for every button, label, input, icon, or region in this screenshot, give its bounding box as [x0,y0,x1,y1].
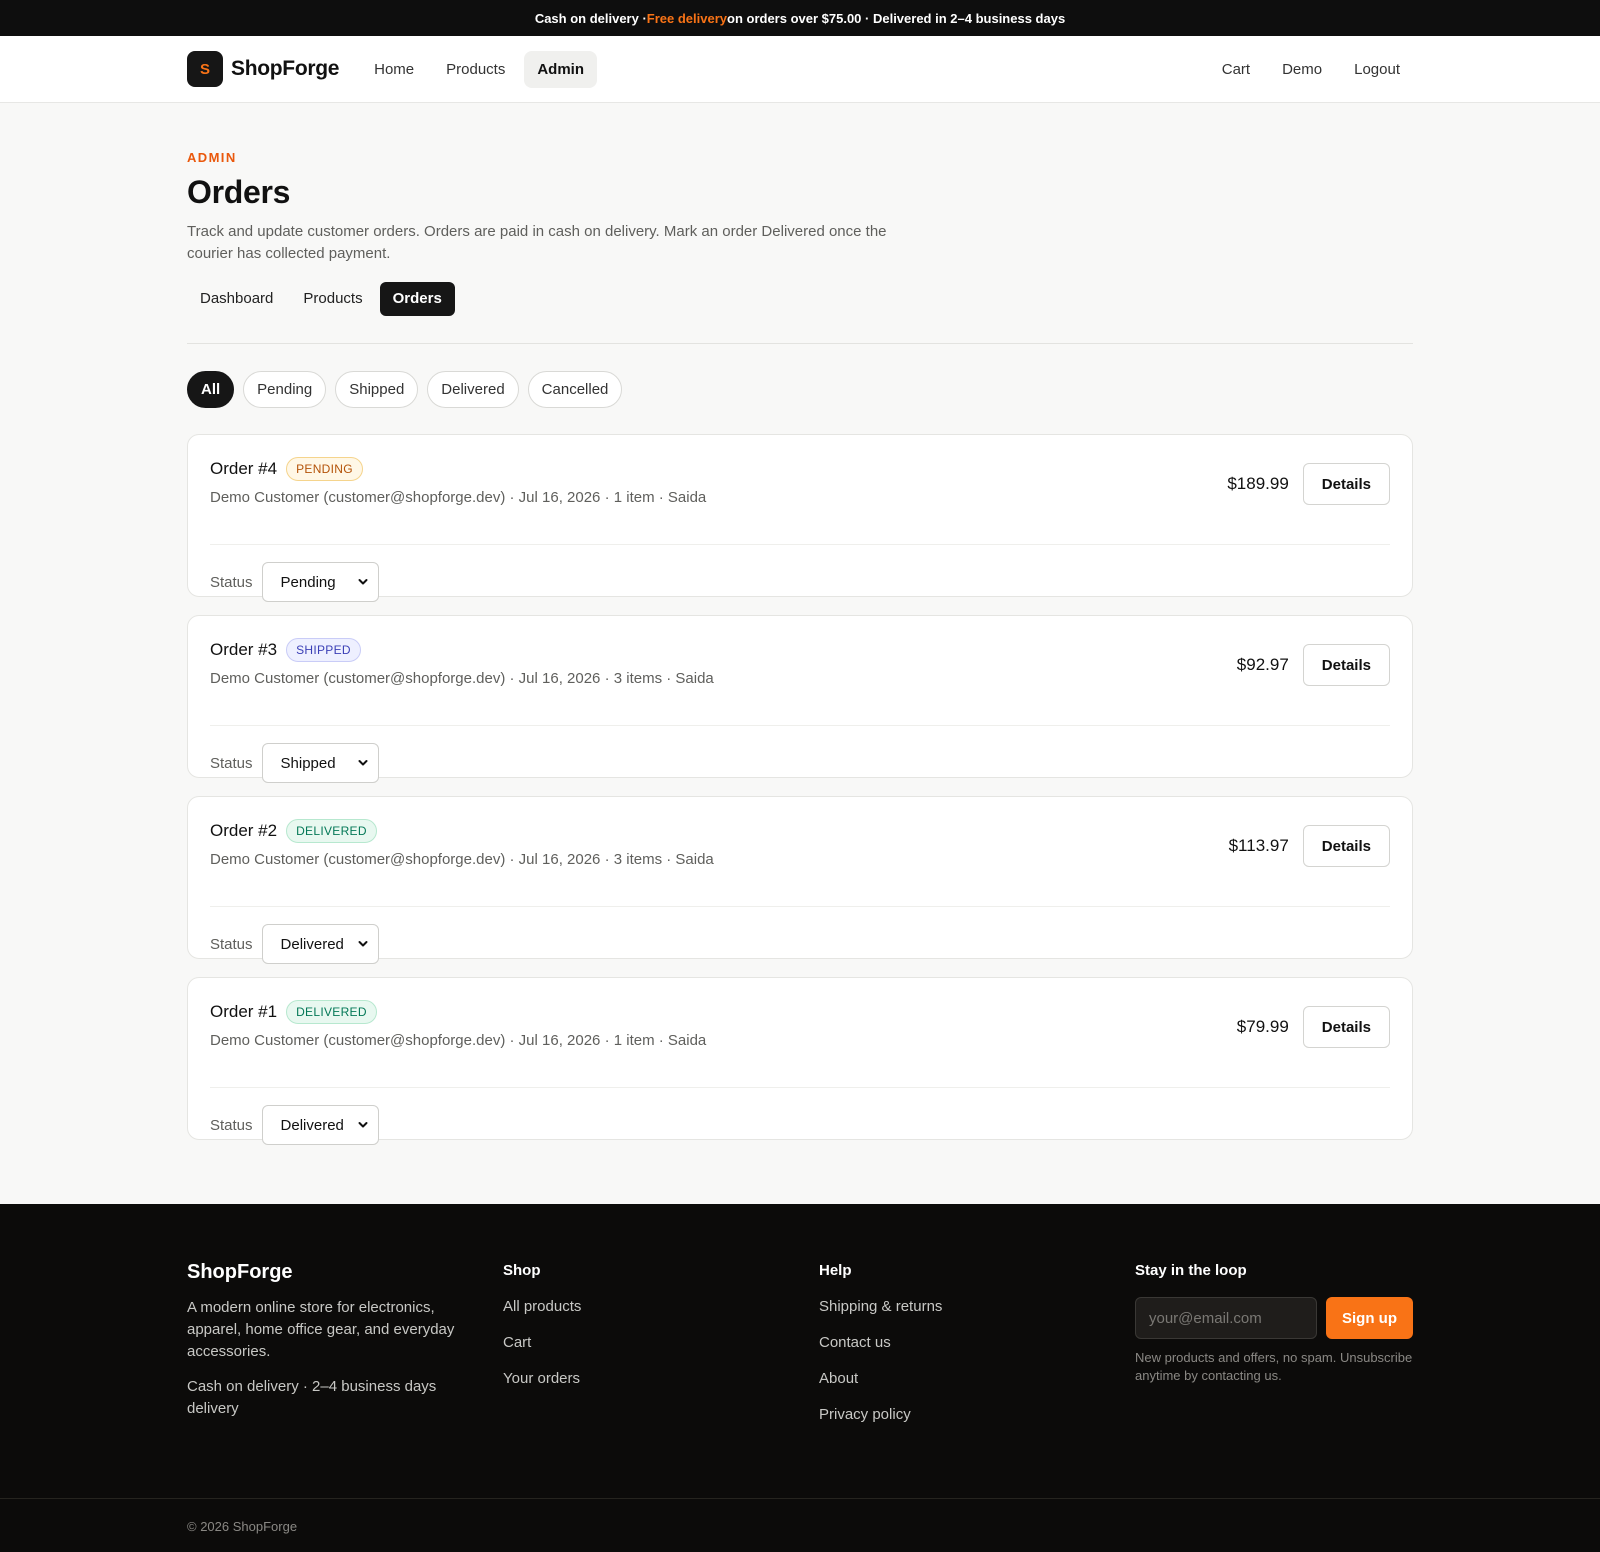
chevron-down-icon [358,941,368,947]
chevron-down-icon [358,579,368,585]
footer-bottom: © 2026 ShopForge [0,1498,1600,1534]
page-title: Orders [187,174,291,210]
site-header: S ShopForge Home Products Admin Cart Dem… [0,36,1600,103]
footer-link-all-products[interactable]: All products [503,1298,819,1315]
logo-mark: S [187,51,223,87]
status-value: Pending [280,573,336,591]
footer-description: A modern online store for electronics, a… [187,1299,455,1360]
admin-subnav: Dashboard Products Orders [187,282,1413,316]
divider [187,343,1413,344]
status-label: Status [210,754,253,772]
status-select[interactable]: Pending [261,562,379,602]
brand-name: ShopForge [231,57,340,80]
nav-products[interactable]: Products [433,51,518,88]
status-value: Delivered [280,1116,344,1134]
footer-brand: ShopForge [187,1261,293,1283]
signup-button[interactable]: Sign up [1326,1297,1413,1339]
order-total: $113.97 [1228,836,1289,855]
order-title: Order #4 [210,459,278,478]
status-value: Delivered [280,935,344,953]
page-eyebrow: ADMIN [187,150,237,165]
order-meta: Demo Customer (customer@shopforge.dev) ·… [210,670,714,687]
nav-logout[interactable]: Logout [1341,51,1413,88]
page-subtitle: Track and update customer orders. Orders… [187,223,887,262]
footer-help-heading: Help [819,1262,852,1279]
order-card: Order #1 DELIVERED Demo Customer (custom… [187,977,1413,1145]
footer-link-privacy[interactable]: Privacy policy [819,1406,1135,1423]
details-button[interactable]: Details [1302,825,1390,867]
footer-link-shipping[interactable]: Shipping & returns [819,1298,1135,1315]
announcement-highlight: Free delivery [646,10,728,26]
footer-link-about[interactable]: About [819,1370,1135,1387]
status-badge: SHIPPED [286,638,361,662]
main-nav: Home Products Admin [361,50,598,88]
footer-link-cart[interactable]: Cart [503,1334,819,1351]
status-badge: PENDING [286,457,363,481]
filter-delivered[interactable]: Delivered [427,371,519,408]
footer-shop-heading: Shop [503,1262,541,1279]
nav-cart[interactable]: Cart [1209,51,1263,88]
status-select[interactable]: Shipped [261,743,379,783]
status-value: Shipped [280,754,336,772]
nav-admin[interactable]: Admin [524,50,598,88]
details-button[interactable]: Details [1302,1006,1390,1048]
newsletter-form: Sign up [1135,1297,1413,1339]
newsletter-note: New products and offers, no spam. Unsubs… [1135,1350,1413,1383]
footer-link-contact[interactable]: Contact us [819,1334,1135,1351]
order-meta: Demo Customer (customer@shopforge.dev) ·… [210,1032,707,1049]
status-select[interactable]: Delivered [261,1105,379,1145]
chevron-down-icon [358,1122,368,1128]
status-badge: DELIVERED [286,1000,377,1024]
order-total: $92.97 [1236,655,1289,674]
site-footer: ShopForge A modern online store for elec… [0,1204,1600,1552]
main-content: ADMIN Orders Track and update customer o… [0,103,1600,1145]
order-card: Order #3 SHIPPED Demo Customer (customer… [187,615,1413,783]
filter-cancelled[interactable]: Cancelled [527,371,623,408]
order-card: Order #4 PENDING Demo Customer (customer… [187,434,1413,602]
subnav-products[interactable]: Products [290,282,375,316]
order-total: $79.99 [1236,1017,1289,1036]
order-total: $189.99 [1227,474,1289,493]
chevron-down-icon [358,760,368,766]
status-select[interactable]: Delivered [261,924,379,964]
announcement-text-1: Cash on delivery · [534,10,647,26]
footer-delivery-note: Cash on delivery · 2–4 business days del… [187,1378,437,1417]
logo[interactable]: S ShopForge [187,51,339,87]
details-button[interactable]: Details [1302,644,1390,686]
order-card: Order #2 DELIVERED Demo Customer (custom… [187,796,1413,964]
user-nav: Cart Demo Logout [1209,51,1413,88]
status-label: Status [210,573,253,591]
status-filters: All Pending Shipped Delivered Cancelled [187,371,1413,408]
nav-home[interactable]: Home [361,51,427,88]
subnav-orders[interactable]: Orders [379,282,455,316]
orders-list: Order #4 PENDING Demo Customer (customer… [187,434,1413,1145]
subnav-dashboard[interactable]: Dashboard [187,282,286,316]
announcement-text-2: on orders over $75.00 · Delivered in 2–4… [727,10,1066,26]
copyright: © 2026 ShopForge [187,1519,298,1534]
filter-pending[interactable]: Pending [243,371,327,408]
footer-link-your-orders[interactable]: Your orders [503,1370,819,1387]
filter-all[interactable]: All [187,371,235,408]
status-badge: DELIVERED [286,819,377,843]
details-button[interactable]: Details [1302,463,1390,505]
order-title: Order #2 [210,821,278,840]
order-title: Order #3 [210,640,278,659]
status-label: Status [210,1116,253,1134]
filter-shipped[interactable]: Shipped [335,371,419,408]
newsletter-heading: Stay in the loop [1135,1262,1247,1279]
announcement-bar: Cash on delivery · Free delivery on orde… [0,0,1600,36]
email-field[interactable] [1135,1297,1317,1339]
order-meta: Demo Customer (customer@shopforge.dev) ·… [210,851,714,868]
status-label: Status [210,935,253,953]
order-meta: Demo Customer (customer@shopforge.dev) ·… [210,489,707,506]
order-title: Order #1 [210,1002,278,1021]
nav-account[interactable]: Demo [1269,51,1335,88]
